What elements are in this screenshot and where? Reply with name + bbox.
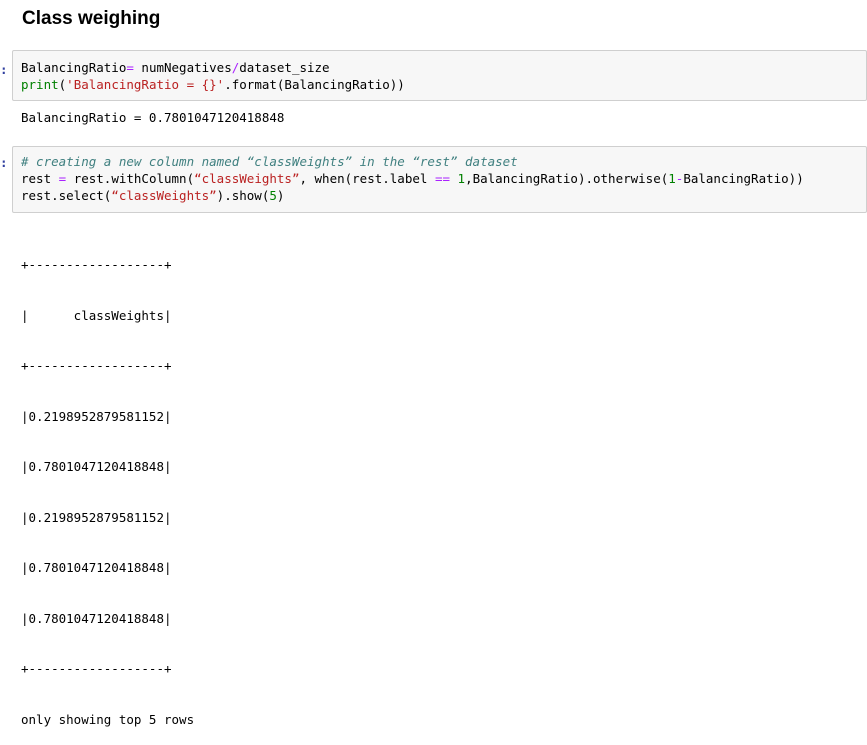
- table-row: |0.7801047120418848|: [21, 610, 172, 626]
- code-token: ).show(: [216, 188, 270, 203]
- code-string: “classWeights”: [194, 171, 300, 186]
- code-string: “classWeights”: [111, 188, 217, 203]
- table-footer: only showing top 5 rows: [21, 711, 195, 727]
- code-string: 'BalancingRatio = {}': [66, 77, 225, 92]
- cell-2-input[interactable]: # creating a new column named “classWeig…: [12, 146, 867, 213]
- table-row: |0.7801047120418848|: [21, 459, 172, 474]
- cell-2-code-line-3: rest.select(“classWeights”).show(5): [21, 188, 284, 204]
- code-token: rest.select(: [21, 188, 112, 203]
- cell-2-output: +------------------+ | classWeights| +--…: [21, 224, 194, 745]
- table-header: | classWeights|: [21, 307, 172, 323]
- cell-2-code-line-2: rest = rest.withColumn(“classWeights”, w…: [21, 171, 804, 187]
- code-token: ): [276, 188, 285, 203]
- code-operator: =: [126, 60, 134, 75]
- code-builtin: print: [21, 77, 59, 92]
- table-border: +------------------+: [21, 358, 172, 373]
- code-token: , when(rest.label: [299, 171, 435, 186]
- table-border: +------------------+: [21, 257, 172, 272]
- code-number: 5: [269, 188, 277, 203]
- page-title: Class weighing: [22, 8, 161, 29]
- cell-2-code-comment: # creating a new column named “classWeig…: [21, 154, 518, 169]
- code-token: rest: [21, 171, 59, 186]
- code-token: BalancingRatio: [21, 60, 127, 75]
- table-border: +------------------+: [21, 661, 172, 676]
- cell-2-prompt: :: [0, 155, 8, 170]
- code-token: .format(BalancingRatio)): [224, 77, 405, 92]
- cell-1-code-line-2: print('BalancingRatio = {}'.format(Balan…: [21, 77, 405, 93]
- code-token: numNegatives: [133, 60, 232, 75]
- cell-1-input[interactable]: BalancingRatio= numNegatives/dataset_siz…: [12, 50, 867, 101]
- code-operator: ==: [434, 171, 450, 186]
- table-row: |0.7801047120418848|: [21, 560, 172, 575]
- table-row: |0.2198952879581152|: [21, 408, 172, 424]
- code-token: ,BalancingRatio).otherwise(: [465, 171, 669, 186]
- cell-1-output: BalancingRatio = 0.7801047120418848: [21, 110, 285, 125]
- code-token: BalancingRatio)): [683, 171, 804, 186]
- cell-1-prompt: :: [0, 62, 8, 77]
- code-token: rest.withColumn(: [66, 171, 195, 186]
- code-number: 1: [457, 171, 466, 186]
- code-number: 1: [668, 171, 676, 186]
- code-token: dataset_size: [239, 60, 330, 75]
- table-row: |0.2198952879581152|: [21, 509, 172, 525]
- cell-1-code-line-1: BalancingRatio= numNegatives/dataset_siz…: [21, 60, 330, 76]
